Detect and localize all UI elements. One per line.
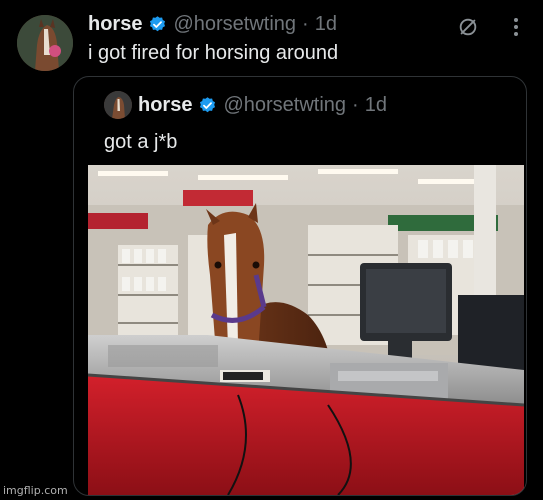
post-container: horse @horsetwting · 1d i got fired for …: [0, 0, 543, 500]
grok-slash-icon[interactable]: [455, 14, 481, 40]
more-options-icon[interactable]: [503, 14, 529, 40]
author-handle[interactable]: @horsetwting: [173, 13, 296, 36]
post-header: horse @horsetwting · 1d: [88, 13, 337, 36]
quoted-author-handle[interactable]: @horsetwting: [223, 94, 346, 117]
horse-avatar-image: [104, 91, 132, 119]
quoted-post-card[interactable]: horse @horsetwting · 1d got a j*b: [73, 76, 527, 496]
quoted-post-photo[interactable]: [88, 165, 524, 495]
post-actions-top: [455, 14, 529, 40]
horse-avatar-image: [17, 15, 73, 71]
post-time[interactable]: 1d: [315, 13, 337, 36]
separator-dot: ·: [352, 93, 359, 116]
quoted-author-avatar[interactable]: [104, 91, 132, 119]
quoted-post-header: horse @horsetwting · 1d: [104, 91, 387, 119]
quoted-author-name[interactable]: horse: [138, 94, 192, 117]
quoted-post-text: got a j*b: [104, 131, 178, 153]
author-name[interactable]: horse: [88, 13, 142, 36]
author-avatar[interactable]: [17, 15, 73, 71]
post-text: i got fired for horsing around: [88, 42, 339, 64]
separator-dot: ·: [302, 13, 309, 35]
quoted-post-time[interactable]: 1d: [365, 94, 387, 117]
verified-badge-icon: [200, 96, 216, 112]
verified-badge-icon: [150, 16, 166, 32]
imgflip-watermark: imgflip.com: [3, 484, 68, 497]
horse-at-checkout-photo: [88, 165, 524, 495]
